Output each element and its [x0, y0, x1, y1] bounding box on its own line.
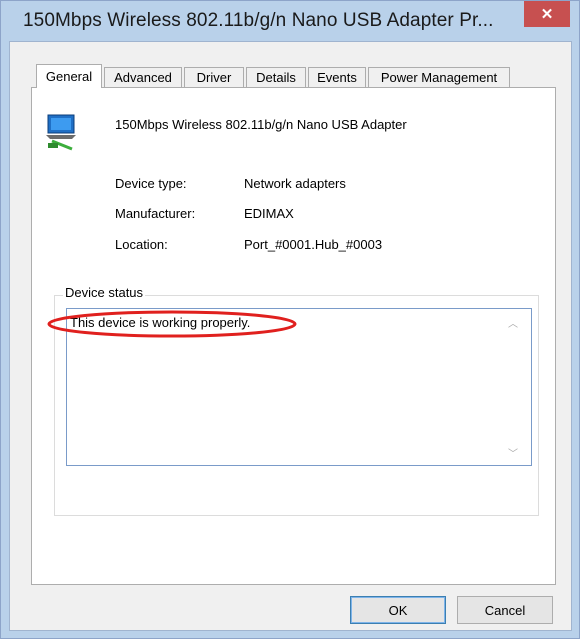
scroll-down-icon[interactable]: ﹀	[508, 445, 518, 460]
title-bar[interactable]: 150Mbps Wireless 802.11b/g/n Nano USB Ad…	[1, 1, 579, 41]
manufacturer-value: EDIMAX	[244, 206, 294, 221]
scroll-up-icon[interactable]: ︿	[508, 315, 518, 330]
close-icon: ✕	[540, 6, 554, 23]
tab-power-management[interactable]: Power Management	[368, 67, 510, 87]
tab-driver[interactable]: Driver	[184, 67, 244, 87]
ok-button[interactable]: OK	[350, 596, 446, 624]
location-value: Port_#0001.Hub_#0003	[244, 237, 383, 252]
device-status-label: Device status	[63, 285, 146, 300]
cancel-button[interactable]: Cancel	[457, 596, 553, 624]
close-button[interactable]: ✕	[524, 1, 570, 27]
manufacturer-label: Manufacturer:	[115, 206, 196, 221]
highlight-ellipse	[47, 310, 297, 338]
window-title: 150Mbps Wireless 802.11b/g/n Nano USB Ad…	[23, 10, 494, 31]
network-adapter-icon	[46, 114, 76, 151]
tab-general[interactable]: General	[36, 64, 102, 88]
tab-events[interactable]: Events	[308, 67, 366, 87]
device-type-value: Network adapters	[244, 176, 346, 191]
device-name: 150Mbps Wireless 802.11b/g/n Nano USB Ad…	[115, 117, 407, 132]
tab-advanced[interactable]: Advanced	[104, 67, 182, 87]
location-label: Location:	[115, 237, 168, 252]
tab-details[interactable]: Details	[246, 67, 306, 87]
device-type-label: Device type:	[115, 176, 187, 191]
